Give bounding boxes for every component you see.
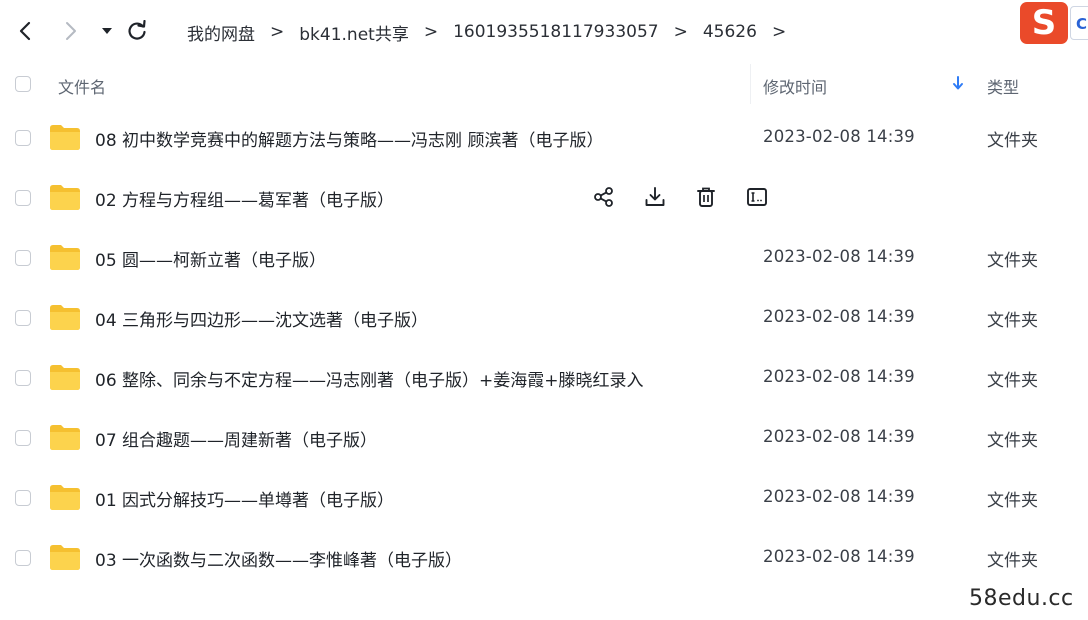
breadcrumb-item-current[interactable]: 45626 (701, 22, 759, 42)
file-type: 文件夹 (987, 371, 1038, 391)
row-checkbox[interactable] (15, 130, 31, 146)
back-button[interactable] (10, 16, 40, 46)
folder-icon (50, 245, 80, 270)
row-checkbox[interactable] (15, 190, 31, 206)
file-name[interactable]: 05 圆——柯新立著（电子版） (95, 246, 326, 271)
chevron-right-icon (66, 22, 76, 40)
share-button[interactable] (590, 183, 618, 211)
refresh-icon (128, 20, 146, 40)
file-row[interactable]: 05 圆——柯新立著（电子版） 2023-02-08 14:39 文件夹 (0, 228, 1088, 288)
file-modified-time: 2023-02-08 14:39 (763, 547, 915, 566)
file-row[interactable]: 01 因式分解技巧——单墫著（电子版） 2023-02-08 14:39 文件夹 (0, 468, 1088, 528)
column-divider (750, 64, 751, 104)
refresh-button[interactable] (122, 16, 152, 46)
breadcrumb-item-share[interactable]: bk41.net共享 (297, 20, 411, 45)
sort-down-arrow-icon[interactable] (950, 73, 966, 93)
row-checkbox[interactable] (15, 490, 31, 506)
file-type: 文件夹 (987, 551, 1038, 571)
forward-button[interactable] (56, 16, 86, 46)
file-type: 文件夹 (987, 311, 1038, 331)
breadcrumb-separator: > (673, 22, 688, 42)
folder-icon (50, 185, 80, 210)
file-type: 文件夹 (987, 431, 1038, 451)
breadcrumb-item-root[interactable]: 我的网盘 (185, 20, 257, 45)
file-name[interactable]: 03 一次函数与二次函数——李惟峰著（电子版） (95, 546, 462, 571)
download-button[interactable] (641, 183, 669, 211)
file-name[interactable]: 04 三角形与四边形——沈文选著（电子版） (95, 306, 428, 331)
rename-icon (747, 188, 767, 206)
file-row[interactable]: 04 三角形与四边形——沈文选著（电子版） 2023-02-08 14:39 文… (0, 288, 1088, 348)
sogou-ime-logo: S (1020, 2, 1068, 44)
row-actions (590, 183, 794, 211)
file-modified-time: 2023-02-08 14:39 (763, 487, 915, 506)
folder-icon (50, 425, 80, 450)
select-all-checkbox[interactable] (15, 76, 31, 92)
caret-down-icon (102, 28, 112, 34)
file-modified-time: 2023-02-08 14:39 (763, 427, 915, 446)
file-modified-time: 2023-02-08 14:39 (763, 247, 915, 266)
breadcrumb: 我的网盘 > bk41.net共享 > 1601935518117933057 … (185, 19, 799, 45)
file-row[interactable]: 03 一次函数与二次函数——李惟峰著（电子版） 2023-02-08 14:39… (0, 528, 1088, 588)
folder-icon (50, 485, 80, 510)
ime-tab: C (1070, 6, 1088, 40)
file-modified-time: 2023-02-08 14:39 (763, 307, 915, 326)
row-checkbox[interactable] (15, 370, 31, 386)
row-checkbox[interactable] (15, 430, 31, 446)
rename-button[interactable] (743, 183, 771, 211)
file-type: 文件夹 (987, 491, 1038, 511)
folder-icon (50, 365, 80, 390)
file-type: 文件夹 (987, 131, 1038, 151)
column-header: 文件名 修改时间 类型 (0, 64, 1088, 104)
folder-icon (50, 305, 80, 330)
column-name-header[interactable]: 文件名 (58, 74, 106, 98)
chevron-left-icon (19, 21, 31, 41)
delete-button[interactable] (692, 183, 720, 211)
watermark: 58edu.cc (969, 586, 1074, 611)
file-name[interactable]: 01 因式分解技巧——单墫著（电子版） (95, 486, 394, 511)
file-name[interactable]: 08 初中数学竞赛中的解题方法与策略——冯志刚 顾滨著（电子版） (95, 126, 603, 151)
download-icon (645, 187, 665, 206)
file-row-hovered[interactable]: 02 方程与方程组——葛军著（电子版） (0, 168, 1088, 228)
folder-icon (50, 545, 80, 570)
file-modified-time: 2023-02-08 14:39 (763, 367, 915, 386)
folder-icon (50, 125, 80, 150)
row-checkbox[interactable] (15, 250, 31, 266)
file-modified-time: 2023-02-08 14:39 (763, 127, 915, 146)
history-dropdown-button[interactable] (92, 16, 122, 46)
toolbar: 我的网盘 > bk41.net共享 > 1601935518117933057 … (0, 0, 1088, 62)
row-checkbox[interactable] (15, 310, 31, 326)
breadcrumb-separator: > (771, 22, 787, 42)
breadcrumb-item-id[interactable]: 1601935518117933057 (451, 22, 661, 42)
breadcrumb-separator: > (423, 22, 439, 42)
breadcrumb-separator: > (270, 22, 285, 42)
row-checkbox[interactable] (15, 550, 31, 566)
column-time-header[interactable]: 修改时间 (763, 74, 827, 98)
file-row[interactable]: 08 初中数学竞赛中的解题方法与策略——冯志刚 顾滨著（电子版） 2023-02… (0, 108, 1088, 168)
column-type-header[interactable]: 类型 (987, 74, 1019, 98)
file-row[interactable]: 06 整除、同余与不定方程——冯志刚著（电子版）+姜海霞+滕晓红录入 2023-… (0, 348, 1088, 408)
file-row[interactable]: 07 组合趣题——周建新著（电子版） 2023-02-08 14:39 文件夹 (0, 408, 1088, 468)
file-name[interactable]: 06 整除、同余与不定方程——冯志刚著（电子版）+姜海霞+滕晓红录入 (95, 366, 644, 391)
delete-icon (697, 187, 715, 207)
share-icon (594, 187, 613, 207)
file-type: 文件夹 (987, 251, 1038, 271)
file-name[interactable]: 02 方程与方程组——葛军著（电子版） (95, 186, 394, 211)
file-name[interactable]: 07 组合趣题——周建新著（电子版） (95, 426, 377, 451)
